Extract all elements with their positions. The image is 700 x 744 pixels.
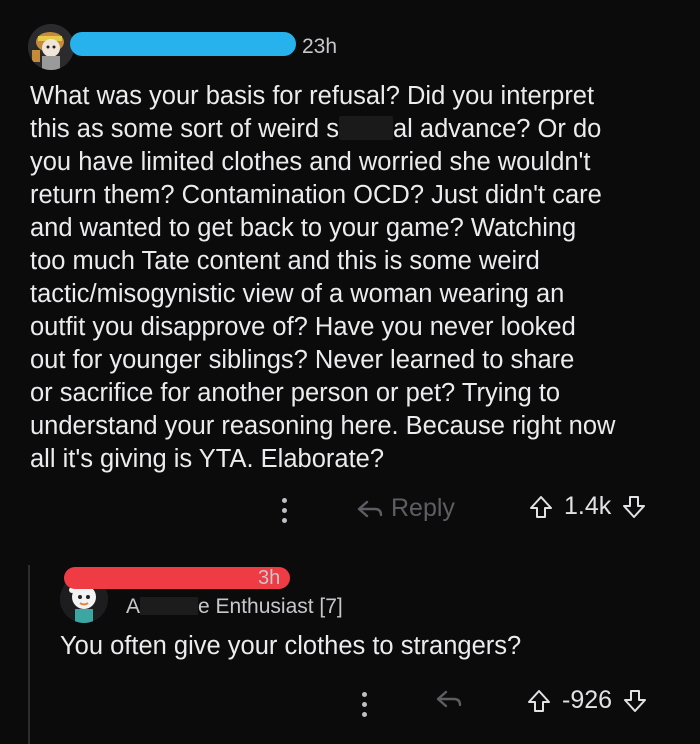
- flair-redaction: [140, 597, 199, 615]
- reply-arrow-icon: [436, 690, 462, 708]
- upvote-icon[interactable]: [526, 688, 552, 714]
- reply-label: Reply: [391, 494, 455, 522]
- flair-start: A: [126, 595, 141, 618]
- vote-control: 1.4k: [528, 492, 647, 521]
- vote-score: 1.4k: [564, 492, 612, 520]
- more-options-icon[interactable]: [360, 692, 368, 722]
- vote-score: -926: [562, 686, 613, 714]
- username-redaction: [70, 32, 296, 56]
- downvote-icon[interactable]: [622, 688, 648, 714]
- vote-control: -926: [526, 686, 648, 715]
- text-redaction: [338, 116, 393, 140]
- more-options-icon[interactable]: [280, 498, 288, 528]
- parent-comment: 23h What was your basis for refusal? Did…: [0, 0, 700, 560]
- comment-timestamp: 23h: [302, 35, 338, 58]
- comment-body: What was your basis for refusal? Did you…: [30, 80, 680, 476]
- reply-button[interactable]: [434, 688, 464, 710]
- flair-end: e Enthusiast [7]: [198, 595, 343, 618]
- downvote-icon[interactable]: [621, 494, 647, 520]
- reply-button[interactable]: Reply: [355, 494, 455, 523]
- comment-actions: -926: [0, 686, 700, 726]
- reply-arrow-icon: [357, 500, 383, 517]
- comment-body-part2: al advance? Or do you have limited cloth…: [30, 115, 616, 473]
- user-avatar[interactable]: [28, 24, 74, 70]
- comment-timestamp: 3h: [258, 567, 281, 589]
- comment-body: You often give your clothes to strangers…: [60, 632, 522, 660]
- user-flair: Ae Enthusiast [7]: [126, 595, 343, 619]
- upvote-icon[interactable]: [528, 494, 554, 520]
- comment-actions: Reply 1.4k: [0, 492, 700, 532]
- username-redaction: [64, 567, 290, 589]
